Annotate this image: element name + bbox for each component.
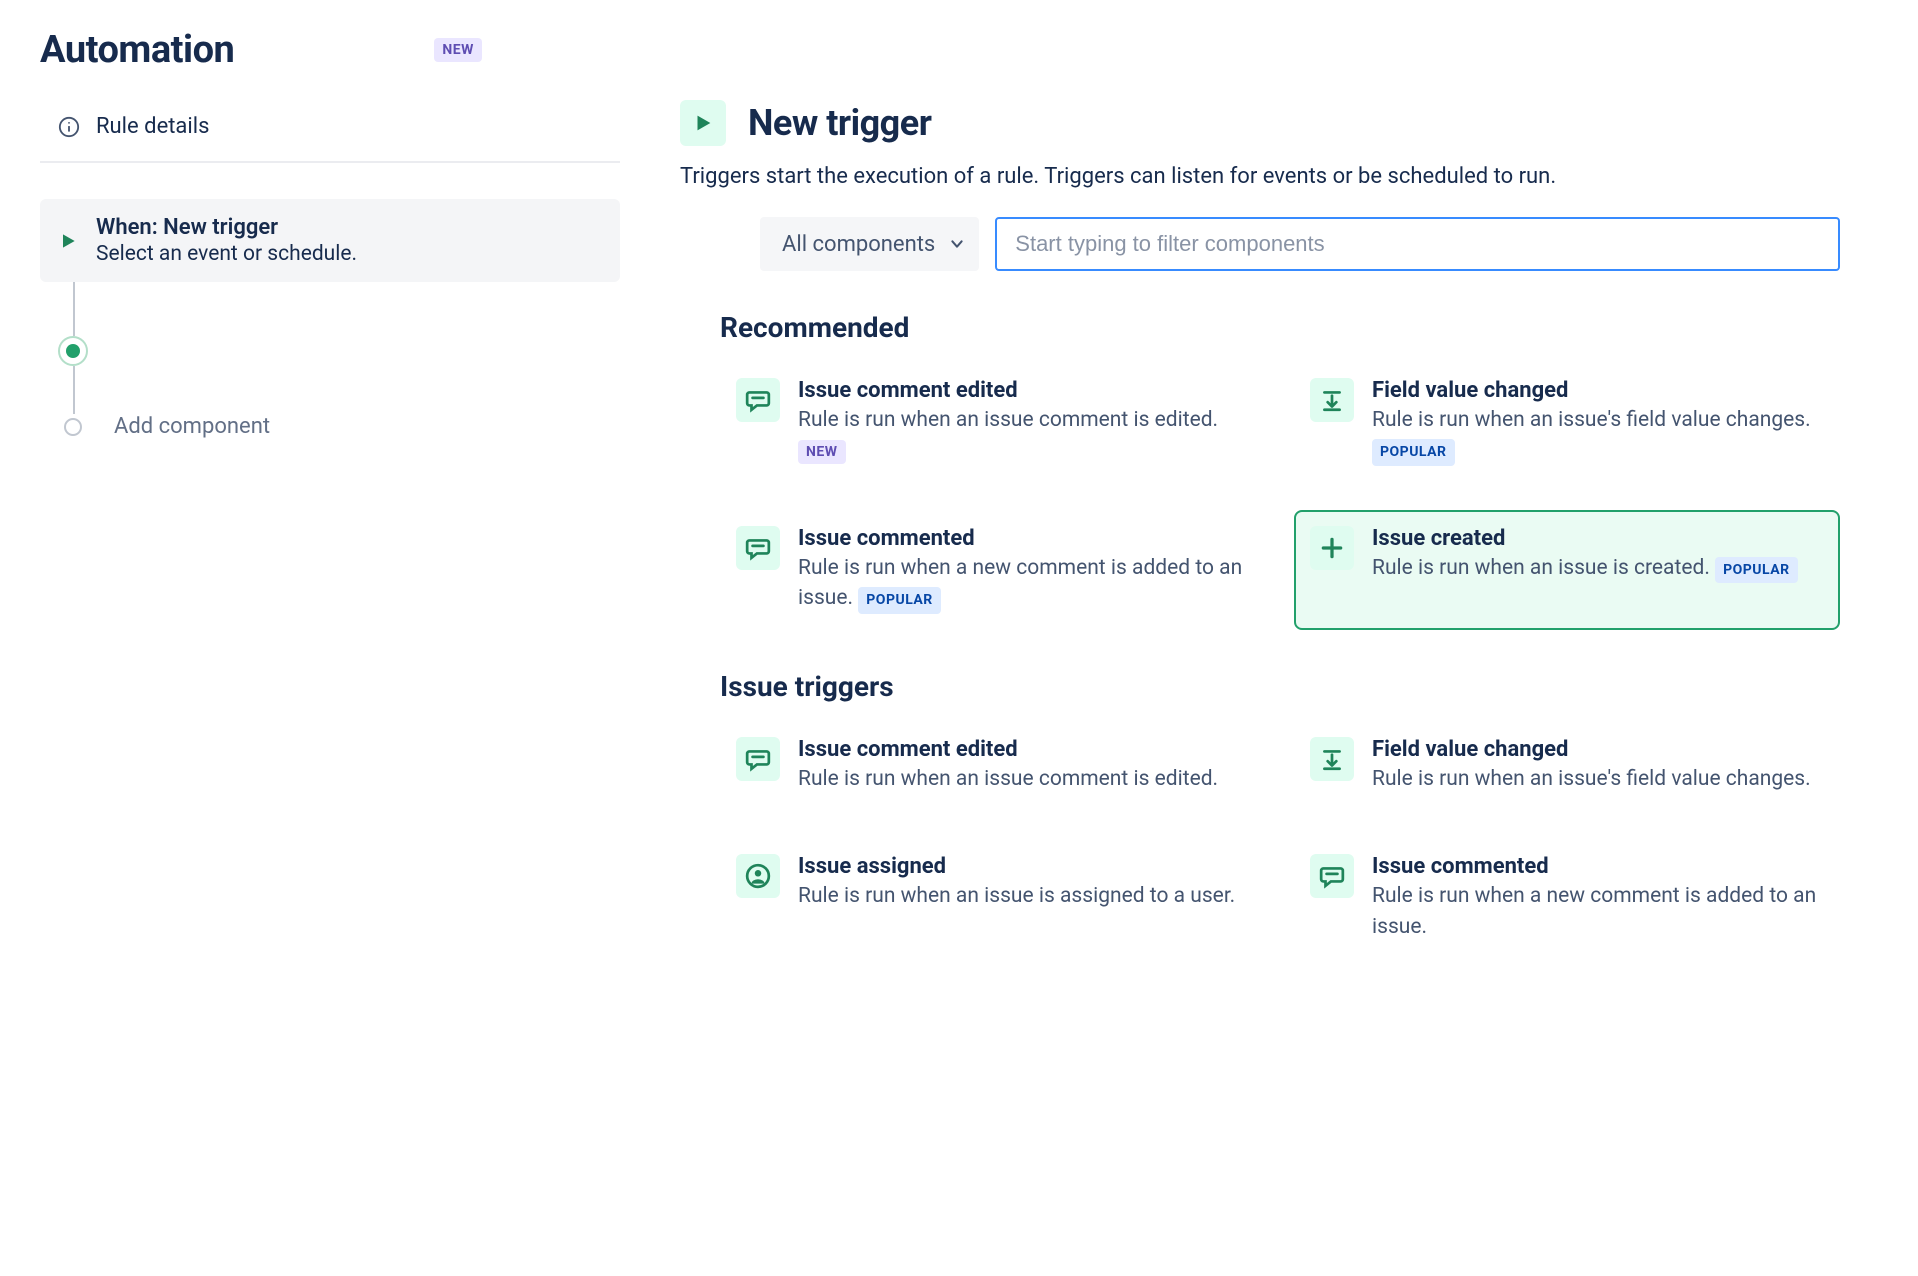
plus-icon [1319, 535, 1345, 561]
card-desc: Rule is run when an issue comment is edi… [798, 405, 1250, 466]
chevron-down-icon [949, 236, 965, 252]
issue-triggers-grid: Issue comment edited Rule is run when an… [720, 721, 1840, 958]
card-desc: Rule is run when an issue is assigned to… [798, 881, 1235, 911]
card-desc: Rule is run when an issue's field value … [1372, 764, 1811, 794]
timeline-node-active [58, 336, 88, 366]
page-header: Automation NEW [40, 28, 1878, 72]
comment-icon [745, 387, 771, 413]
trigger-issue-comment-edited[interactable]: Issue comment edited Rule is run when an… [720, 721, 1266, 810]
card-title: Issue assigned [798, 854, 1235, 879]
step-title: When: New trigger [96, 215, 357, 240]
panel-title: New trigger [748, 102, 931, 144]
timeline-connector [73, 282, 75, 336]
user-icon [745, 863, 771, 889]
main-panel: New trigger Triggers start the execution… [680, 100, 1840, 998]
new-badge: NEW [798, 440, 846, 464]
rule-sidebar: Rule details When: New trigger Select an… [40, 100, 620, 998]
card-desc: Rule is run when an issue comment is edi… [798, 764, 1218, 794]
add-component-button[interactable]: Add component [114, 414, 270, 439]
timeline-node-empty [64, 418, 82, 436]
card-title: Issue created [1372, 526, 1798, 551]
info-icon [58, 116, 80, 138]
field-change-icon [1319, 746, 1345, 772]
play-icon [58, 231, 78, 251]
comment-icon [745, 535, 771, 561]
card-title: Field value changed [1372, 737, 1811, 762]
card-desc: Rule is run when a new comment is added … [1372, 881, 1824, 942]
popular-badge: POPULAR [858, 587, 941, 613]
card-desc: Rule is run when an issue's field value … [1372, 405, 1824, 466]
trigger-issue-commented[interactable]: Issue commented Rule is run when a new c… [1294, 838, 1840, 958]
step-subtitle: Select an event or schedule. [96, 242, 357, 266]
trigger-field-value-changed[interactable]: Field value changed Rule is run when an … [1294, 721, 1840, 810]
card-title: Issue comment edited [798, 378, 1250, 403]
trigger-issue-assigned[interactable]: Issue assigned Rule is run when an issue… [720, 838, 1266, 958]
rule-details-button[interactable]: Rule details [40, 100, 620, 163]
card-title: Issue commented [798, 526, 1250, 551]
component-filter-dropdown[interactable]: All components [760, 217, 979, 271]
trigger-icon-box [680, 100, 726, 146]
card-title: Issue commented [1372, 854, 1824, 879]
trigger-step-card[interactable]: When: New trigger Select an event or sch… [40, 199, 620, 282]
card-title: Field value changed [1372, 378, 1824, 403]
new-badge: NEW [434, 38, 482, 62]
field-change-icon [1319, 387, 1345, 413]
trigger-field-value-changed[interactable]: Field value changed Rule is run when an … [1294, 362, 1840, 482]
comment-icon [1319, 863, 1345, 889]
trigger-issue-comment-edited[interactable]: Issue comment edited Rule is run when an… [720, 362, 1266, 482]
comment-icon [745, 746, 771, 772]
popular-badge: POPULAR [1715, 557, 1798, 583]
section-title-issue-triggers: Issue triggers [720, 670, 1840, 703]
dropdown-label: All components [782, 232, 935, 257]
trigger-issue-commented[interactable]: Issue commented Rule is run when a new c… [720, 510, 1266, 630]
card-desc: Rule is run when a new comment is added … [798, 553, 1250, 614]
component-search-input[interactable] [995, 217, 1840, 271]
popular-badge: POPULAR [1372, 439, 1455, 465]
rule-details-label: Rule details [96, 114, 209, 139]
card-title: Issue comment edited [798, 737, 1218, 762]
page-title: Automation [40, 28, 234, 72]
panel-description: Triggers start the execution of a rule. … [680, 164, 1840, 189]
play-icon [692, 112, 714, 134]
card-desc: Rule is run when an issue is created. PO… [1372, 553, 1798, 583]
trigger-issue-created[interactable]: Issue created Rule is run when an issue … [1294, 510, 1840, 630]
recommended-grid: Issue comment edited Rule is run when an… [720, 362, 1840, 630]
timeline-connector [73, 366, 75, 414]
section-title-recommended: Recommended [720, 311, 1840, 344]
